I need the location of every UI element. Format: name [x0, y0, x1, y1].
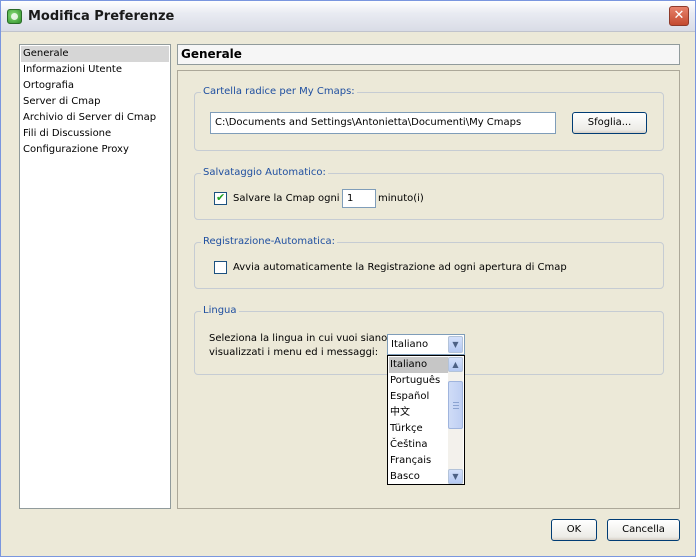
- chevron-down-icon[interactable]: ▼: [448, 336, 463, 353]
- panel-header: Generale: [177, 44, 680, 65]
- root-folder-group: Cartella radice per My Cmaps: C:\Documen…: [194, 85, 664, 151]
- language-select[interactable]: Italiano ▼: [387, 334, 465, 355]
- grip-line: [453, 402, 459, 403]
- language-list-scrollbar[interactable]: ▲ ▼: [448, 357, 463, 484]
- root-folder-legend: Cartella radice per My Cmaps:: [201, 85, 357, 99]
- language-prompt-line1: Seleziona la lingua in cui vuoi siano: [209, 333, 388, 344]
- autosave-legend: Salvataggio Automatico:: [201, 166, 328, 180]
- language-dropdown-list: Italiano Português Español 中文 Türkçe Češ…: [387, 355, 465, 485]
- language-option[interactable]: Türkçe: [389, 421, 449, 437]
- language-option[interactable]: 中文: [389, 405, 449, 421]
- window-title: Modifica Preferenze: [28, 9, 175, 24]
- scroll-down-icon[interactable]: ▼: [448, 469, 463, 484]
- autoregister-checkbox[interactable]: [214, 261, 227, 274]
- language-option[interactable]: Basco: [389, 469, 449, 484]
- title-bar[interactable]: Modifica Preferenze ✕: [1, 1, 695, 32]
- nav-item-informazioni-utente[interactable]: Informazioni Utente: [21, 62, 169, 78]
- language-selected-value: Italiano: [391, 339, 429, 350]
- nav-item-server-di-cmap[interactable]: Server di Cmap: [21, 94, 169, 110]
- language-option[interactable]: Español: [389, 389, 449, 405]
- autoregister-legend: Registrazione-Automatica:: [201, 235, 337, 249]
- autosave-minutes-field[interactable]: 1: [342, 189, 376, 208]
- language-option[interactable]: Italiano: [389, 357, 449, 373]
- cancel-button[interactable]: Cancella: [607, 519, 680, 541]
- ok-button[interactable]: OK: [551, 519, 597, 541]
- root-folder-path-field[interactable]: C:\Documents and Settings\Antonietta\Doc…: [210, 112, 556, 134]
- autosave-checkbox[interactable]: ✔: [214, 191, 227, 205]
- grip-line: [453, 408, 459, 409]
- language-legend: Lingua: [201, 304, 239, 318]
- autoregister-group: Registrazione-Automatica: Avvia automati…: [194, 235, 664, 289]
- autosave-group: Salvataggio Automatico: ✔ Salvare la Cma…: [194, 166, 664, 220]
- scroll-up-icon[interactable]: ▲: [448, 357, 463, 372]
- language-option[interactable]: Čeština: [389, 437, 449, 453]
- language-option[interactable]: Português: [389, 373, 449, 389]
- grip-line: [453, 405, 459, 406]
- cmap-app-icon: [7, 9, 22, 24]
- nav-item-configurazione-proxy[interactable]: Configurazione Proxy: [21, 142, 169, 158]
- checkmark-icon: ✔: [216, 191, 226, 204]
- nav-item-ortografia[interactable]: Ortografia: [21, 78, 169, 94]
- category-list: Generale Informazioni Utente Ortografia …: [19, 44, 171, 509]
- language-prompt-line2: visualizzati i menu ed i messaggi:: [209, 347, 379, 358]
- autosave-unit-label: minuto(i): [378, 193, 424, 204]
- autosave-label: Salvare la Cmap ogni: [233, 193, 340, 204]
- language-option[interactable]: Français: [389, 453, 449, 469]
- nav-item-archivio-server[interactable]: Archivio di Server di Cmap: [21, 110, 169, 126]
- nav-item-generale[interactable]: Generale: [21, 46, 169, 62]
- close-button[interactable]: ✕: [669, 6, 689, 26]
- autoregister-label: Avvia automaticamente la Registrazione a…: [233, 262, 567, 273]
- scrollbar-thumb[interactable]: [448, 381, 463, 429]
- preferences-dialog: Modifica Preferenze ✕ Generale Informazi…: [0, 0, 696, 557]
- browse-button[interactable]: Sfoglia...: [572, 112, 647, 134]
- nav-item-fili-di-discussione[interactable]: Fili di Discussione: [21, 126, 169, 142]
